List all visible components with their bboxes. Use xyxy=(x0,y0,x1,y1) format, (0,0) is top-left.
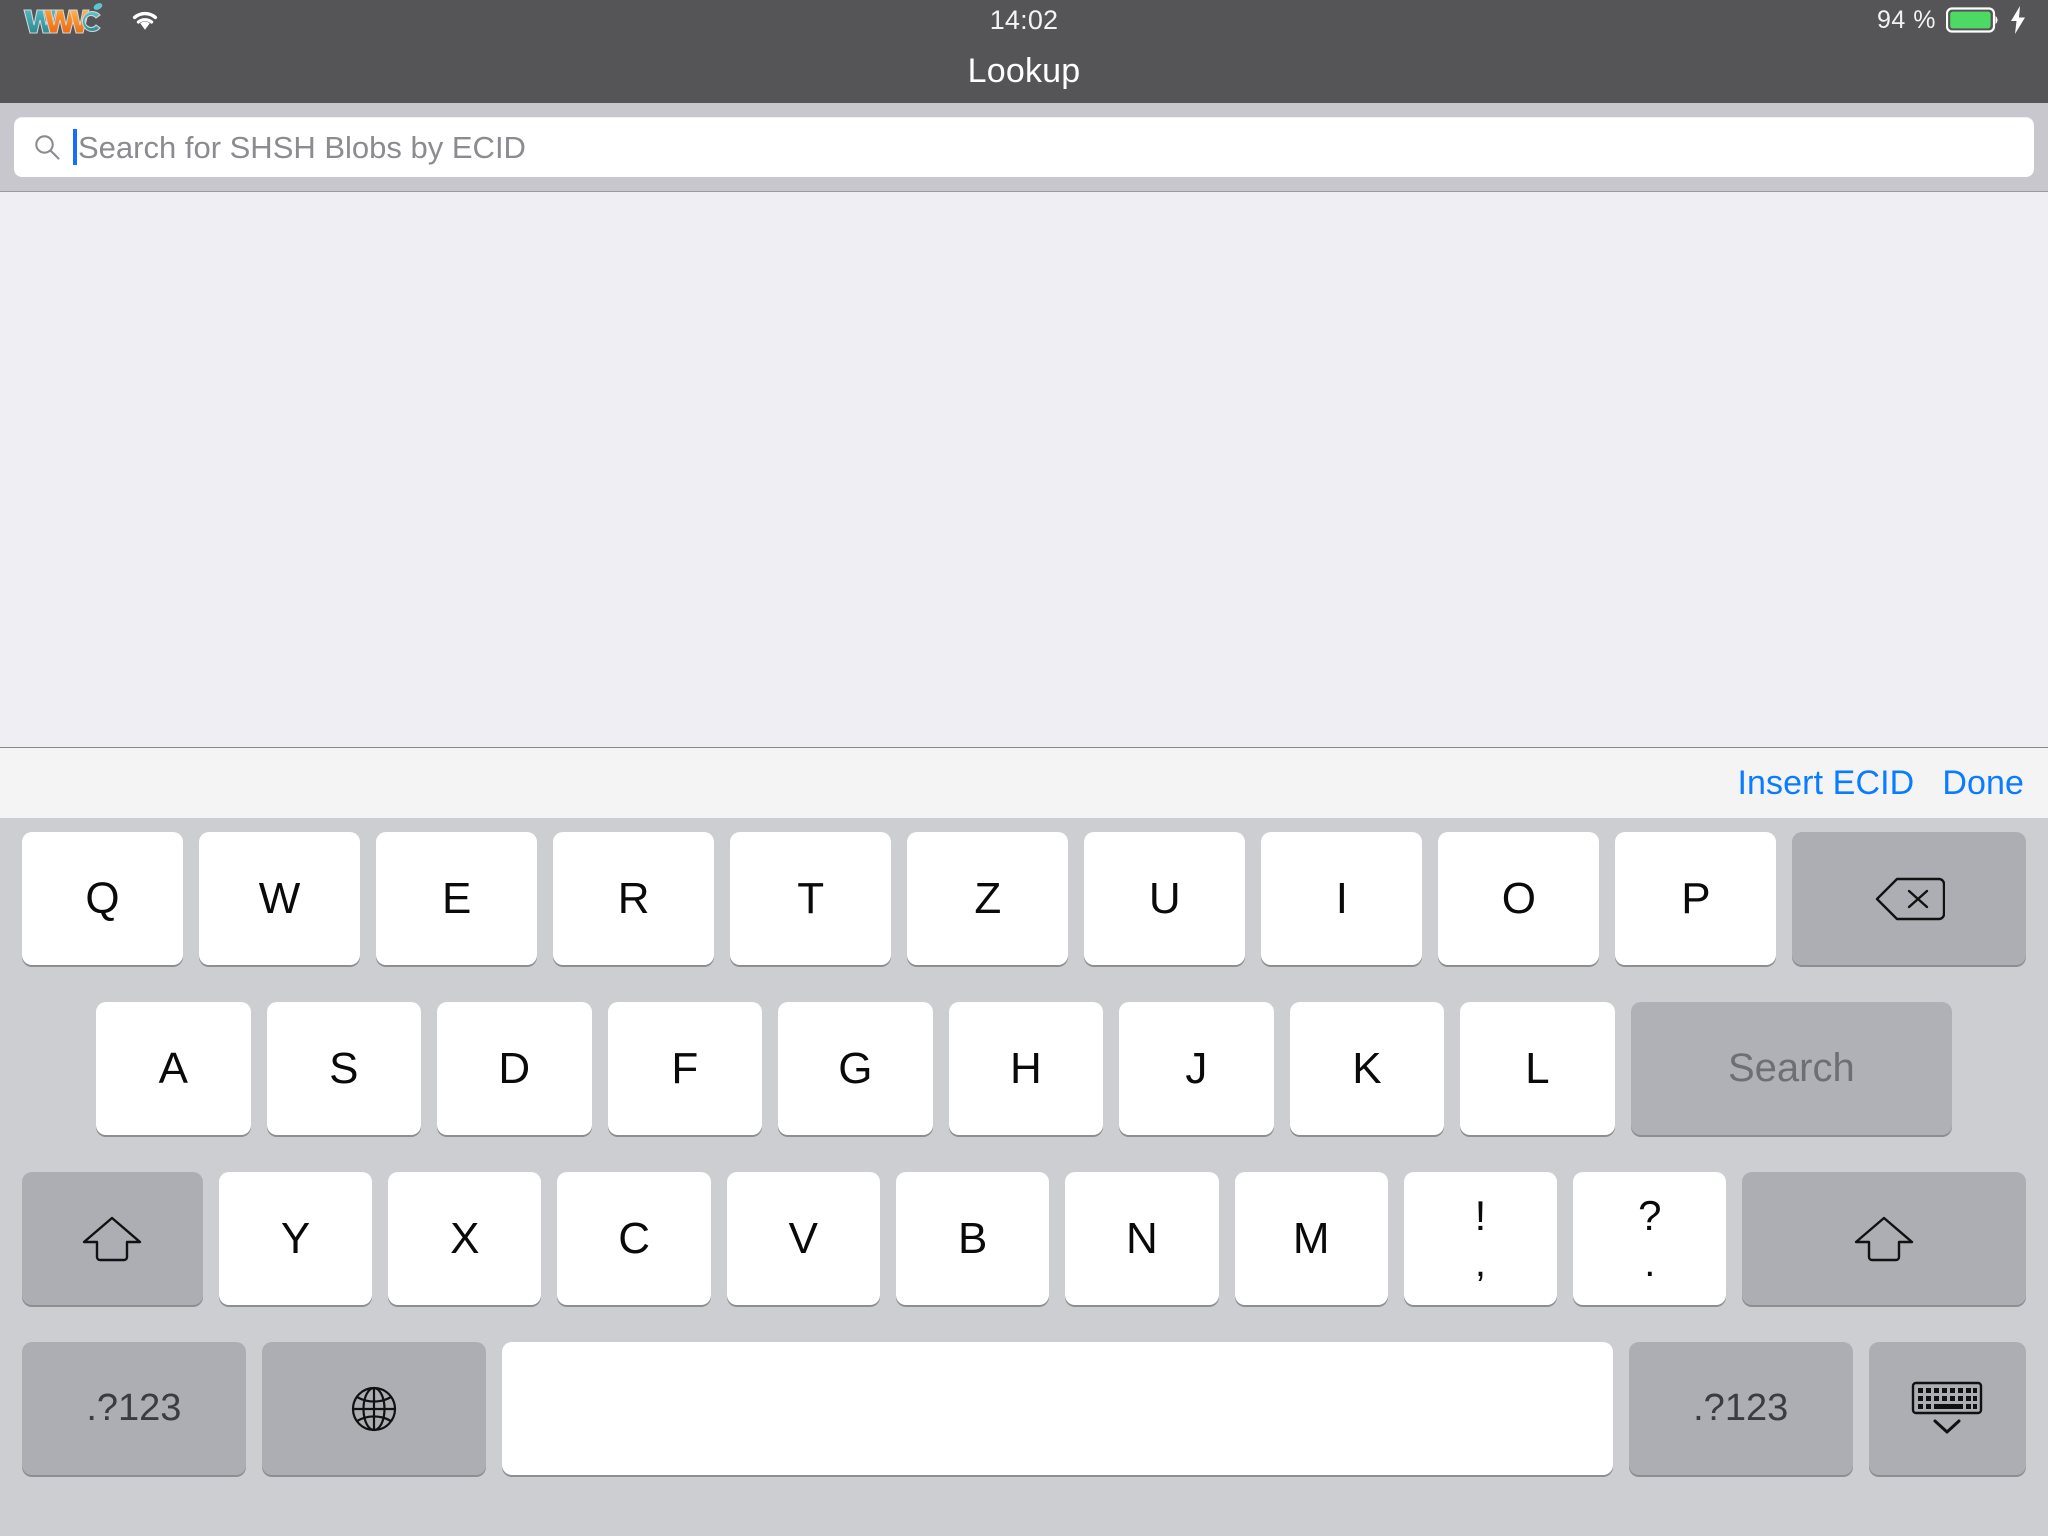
wwdc-logo xyxy=(23,3,103,34)
key-exclamation-label: ! xyxy=(1474,1191,1487,1239)
key-b[interactable]: B xyxy=(896,1172,1050,1305)
battery-percent-label: 94 % xyxy=(1877,5,1936,34)
key-q[interactable]: Q xyxy=(22,832,184,965)
numeric-switch-key-left[interactable]: .?123 xyxy=(22,1342,246,1475)
key-question-period[interactable]: ? . xyxy=(1573,1172,1727,1305)
key-y[interactable]: Y xyxy=(218,1172,373,1305)
search-placeholder-text: Search for SHSH Blobs by ECID xyxy=(78,129,526,165)
status-bar: 14:02 94 % xyxy=(0,0,2048,40)
shift-key-right[interactable] xyxy=(1742,1172,2026,1305)
space-key[interactable] xyxy=(501,1342,1613,1475)
key-n[interactable]: N xyxy=(1065,1172,1219,1305)
keyboard-row-1: Q W E R T Z U I O P xyxy=(10,832,2038,976)
keyboard-accessory-toolbar: Insert ECID Done xyxy=(0,748,2048,818)
key-r[interactable]: R xyxy=(553,832,715,965)
onscreen-keyboard: Q W E R T Z U I O P A S D F G H J K L Se… xyxy=(0,818,2048,1536)
key-d[interactable]: D xyxy=(437,1002,592,1135)
search-icon xyxy=(35,135,60,160)
search-input[interactable]: Search for SHSH Blobs by ECID xyxy=(14,117,2034,177)
key-s[interactable]: S xyxy=(266,1002,422,1135)
key-v[interactable]: V xyxy=(726,1172,880,1305)
search-return-key[interactable]: Search xyxy=(1630,1002,1953,1135)
navigation-bar: Lookup xyxy=(0,40,2048,103)
keyboard-row-2: A S D F G H J K L Search xyxy=(10,1002,2038,1146)
battery-icon xyxy=(1946,7,1998,33)
key-g[interactable]: G xyxy=(778,1002,933,1135)
text-cursor xyxy=(73,129,77,165)
numeric-switch-key-right[interactable]: .?123 xyxy=(1628,1342,1853,1475)
shift-key-left[interactable] xyxy=(22,1172,203,1305)
key-t[interactable]: T xyxy=(730,832,892,965)
insert-ecid-button[interactable]: Insert ECID xyxy=(1738,764,1915,803)
key-c[interactable]: C xyxy=(557,1172,711,1305)
key-period-label: . xyxy=(1644,1240,1656,1285)
key-m[interactable]: M xyxy=(1234,1172,1388,1305)
key-e[interactable]: E xyxy=(376,832,538,965)
key-exclamation-comma[interactable]: ! , xyxy=(1403,1172,1558,1305)
status-bar-right: 94 % xyxy=(1877,6,2026,35)
key-k[interactable]: K xyxy=(1289,1002,1445,1135)
app-screen: 14:02 94 % Lookup Search for SHSH Blobs … xyxy=(0,0,2048,1536)
key-w[interactable]: W xyxy=(199,832,361,965)
key-a[interactable]: A xyxy=(96,1002,251,1135)
shift-arrow-up-icon xyxy=(1854,1216,1914,1261)
status-bar-left xyxy=(22,2,162,38)
status-bar-clock: 14:02 xyxy=(989,4,1059,35)
globe-language-icon xyxy=(351,1386,396,1431)
key-z[interactable]: Z xyxy=(907,832,1069,965)
key-question-label: ? xyxy=(1638,1191,1662,1239)
backspace-delete-icon xyxy=(1876,877,1946,920)
hide-keyboard-icon xyxy=(1912,1381,1983,1433)
key-x[interactable]: X xyxy=(388,1172,542,1305)
key-comma-label: , xyxy=(1474,1240,1487,1285)
backspace-key[interactable] xyxy=(1792,832,2026,965)
language-switch-key[interactable] xyxy=(261,1342,486,1475)
page-title: Lookup xyxy=(967,52,1081,90)
keyboard-row-3: Y X C V B N M ! , ? . xyxy=(10,1172,2038,1316)
done-button[interactable]: Done xyxy=(1942,764,2024,803)
key-j[interactable]: J xyxy=(1119,1002,1274,1135)
key-f[interactable]: F xyxy=(607,1002,763,1135)
search-bar-container: Search for SHSH Blobs by ECID xyxy=(0,103,2048,192)
lightning-bolt-icon xyxy=(2011,6,2025,34)
key-p[interactable]: P xyxy=(1615,832,1777,965)
hide-keyboard-key[interactable] xyxy=(1868,1342,2026,1475)
key-u[interactable]: U xyxy=(1084,832,1246,965)
shift-arrow-up-icon xyxy=(83,1216,142,1261)
key-o[interactable]: O xyxy=(1438,832,1600,965)
keyboard-row-4: .?123 .?123 xyxy=(10,1342,2038,1486)
key-l[interactable]: L xyxy=(1460,1002,1615,1135)
results-list-empty xyxy=(0,192,2048,748)
key-h[interactable]: H xyxy=(948,1002,1104,1135)
wifi-icon xyxy=(132,11,158,30)
key-i[interactable]: I xyxy=(1261,832,1423,965)
